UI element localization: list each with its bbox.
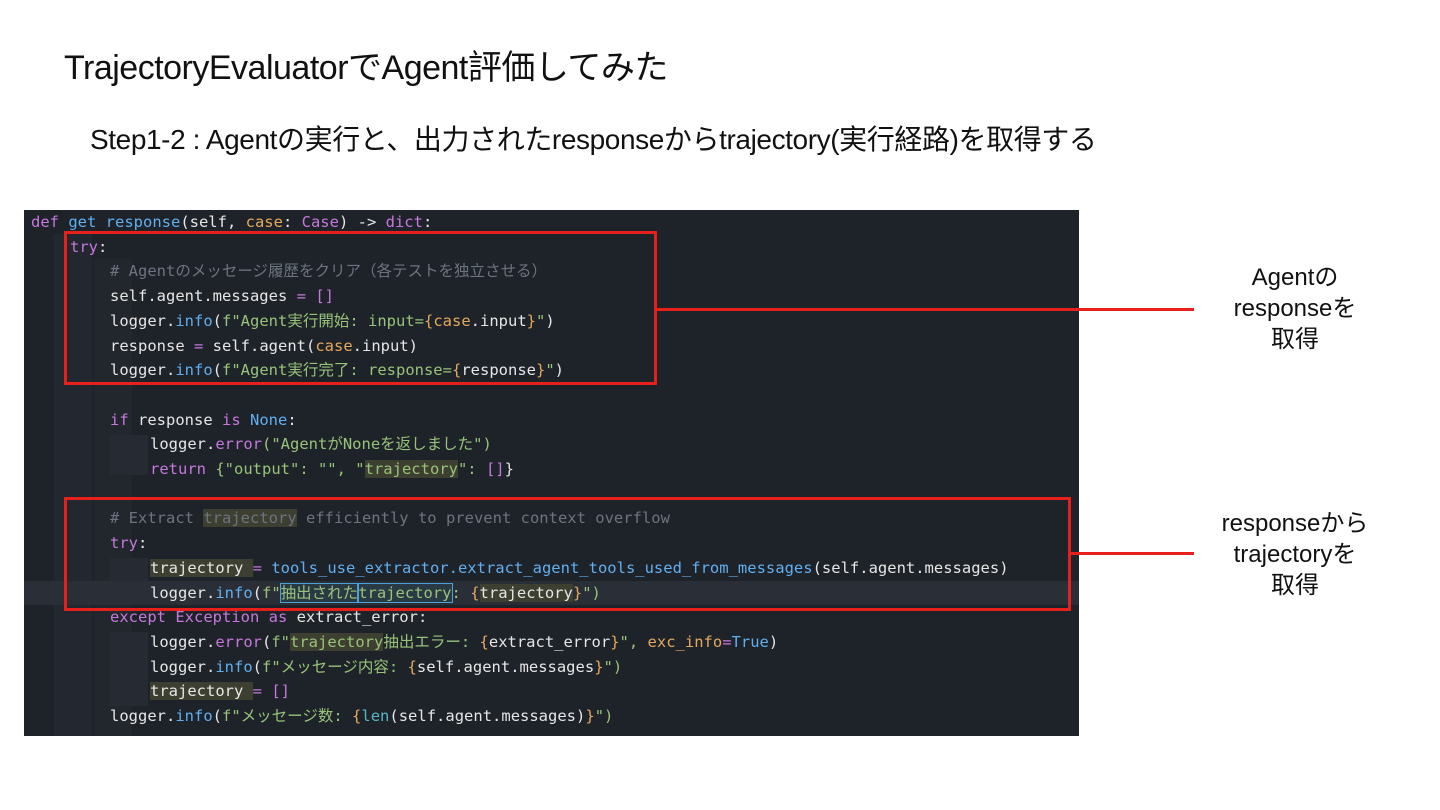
note-response: Agentの responseを 取得 — [1200, 262, 1390, 355]
note-line: responseから — [1221, 510, 1369, 537]
callout-line-trajectory — [1070, 552, 1194, 555]
note-line: trajectoryを — [1233, 541, 1357, 568]
code-line: logger.error(f"trajectory抽出エラー: {extract… — [150, 632, 779, 651]
callout-box-trajectory — [64, 497, 1071, 611]
note-line: 取得 — [1271, 572, 1319, 599]
code-line: if response is None: — [110, 410, 297, 429]
note-trajectory: responseから trajectoryを 取得 — [1200, 508, 1390, 601]
code-line: logger.error("AgentがNoneを返しました") — [150, 435, 492, 454]
slide-subtitle: Step1-2 : Agentの実行と、出力されたresponseからtraje… — [90, 124, 1097, 155]
note-line: Agentの — [1251, 264, 1339, 291]
code-line: return {"output": "", "trajectory": []} — [150, 460, 514, 478]
callout-line-response — [656, 308, 1194, 311]
code-line: trajectory = [] — [150, 682, 290, 701]
indent-guide — [110, 435, 148, 475]
code-line: logger.info(f"メッセージ数: {len(self.agent.me… — [110, 707, 614, 725]
slide-title: TrajectoryEvaluatorでAgent評価してみた — [64, 49, 668, 87]
note-line: responseを — [1233, 295, 1357, 322]
callout-box-response — [64, 231, 657, 385]
code-line: logger.info(f"メッセージ内容: {self.agent.messa… — [150, 657, 623, 676]
indent-guide — [110, 632, 148, 706]
note-line: 取得 — [1271, 326, 1319, 353]
